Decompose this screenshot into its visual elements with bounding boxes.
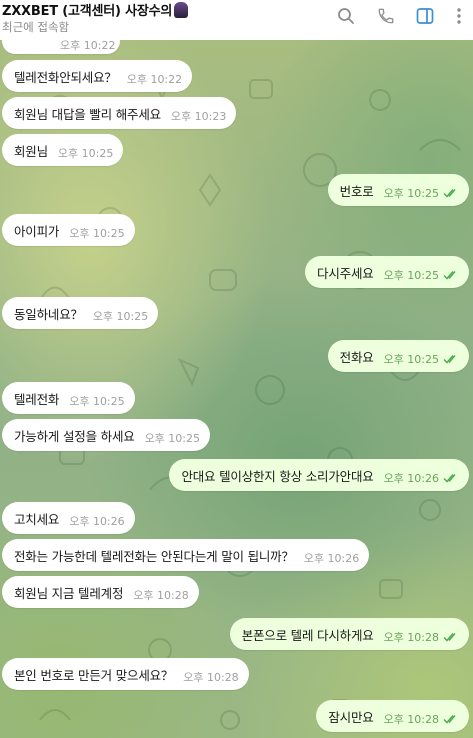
message-time: 오후 10:22 [60,40,116,52]
double-check-icon [443,627,459,646]
message-time: 오후 10:25 [92,310,149,323]
message-bubble-outgoing[interactable]: 잠시만요 오후 10:28 [316,700,469,732]
message-text: 안대요 텔이상한지 항상 소리가안대요 [181,468,374,484]
message-time: 오후 10:28 [133,589,189,602]
message-time: 오후 10:22 [126,73,183,86]
sidebar-toggle-icon[interactable] [414,5,436,27]
message-time: 오후 10:26 [69,515,125,528]
message-bubble-incoming[interactable]: 본인 번호로 만든거 맞으세요？ 오후 10:28 [2,658,249,690]
message-time: 오후 10:28 [183,671,239,684]
message-bubble-outgoing[interactable]: 안대요 텔이상한지 항상 소리가안대요 오후 10:26 [169,459,469,491]
chat-title[interactable]: ZXXBET (고객센터) 사장수의 [2,0,189,19]
message-bubble-outgoing[interactable]: 전화요 오후 10:25 [327,340,469,372]
message-text: 동일하네요？ [14,306,83,322]
message-text: 본인 번호로 만든거 맞으세요？ [14,667,174,683]
profile-emoji-icon [174,2,189,18]
chat-title-text: ZXXBET (고객센터) 사장수의 [2,4,173,19]
message-time: 오후 10:25 [383,353,439,366]
message-bubble-outgoing[interactable]: 번호로 오후 10:25 [327,174,469,206]
double-check-icon [443,265,459,284]
message-text: 본폰으로 텔레 다시하게요 [241,627,374,643]
message-time: 오후 10:26 [303,552,360,565]
message-text: 가능하게 설정을 하세요 [14,428,135,444]
message-time: 오후 10:25 [69,395,125,408]
message-text: 텔레전화 [14,391,60,407]
message-bubble-outgoing[interactable]: 본폰으로 텔레 다시하게요 오후 10:28 [229,618,469,650]
message-time: 오후 10:25 [144,432,200,445]
message-bubble-incoming[interactable]: 동일하네요？ 오후 10:25 [2,297,159,329]
double-check-icon [443,709,459,728]
message-bubble-incoming[interactable]: 텔레전화 오후 10:25 [2,382,135,414]
message-text: 회원님 지금 텔레계정 [14,585,124,601]
message-bubble-incoming[interactable]: 가능하게 설정을 하세요 오후 10:25 [2,419,210,451]
message-list[interactable]: 오후 10:22 텔레전화안되세요？ 오후 10:22 회원님 대답을 빨리 해… [0,40,473,738]
message-bubble-outgoing[interactable]: 다시주세요 오후 10:25 [305,256,469,288]
more-vertical-icon[interactable] [448,5,470,27]
message-text: 번호로 [339,183,374,199]
message-bubble-incoming[interactable]: 회원님 오후 10:25 [2,134,124,166]
message-text: 전화는 가능한데 텔레전화는 안된다는게 말이 됩니까？ [14,548,294,564]
message-bubble-incoming[interactable]: 전화는 가능한데 텔레전화는 안된다는게 말이 됩니까？ 오후 10:26 [2,539,370,571]
message-time: 오후 10:26 [383,472,439,485]
message-bubble-incoming[interactable]: 오후 10:22 [2,40,120,54]
double-check-icon [443,349,459,368]
chat-status: 최근에 접속함 [2,20,70,34]
phone-icon[interactable] [375,5,397,27]
message-text: 회원님 [14,143,48,159]
message-bubble-incoming[interactable]: 아이피가 오후 10:25 [2,214,135,246]
message-bubble-incoming[interactable]: 텔레전화안되세요？ 오후 10:22 [2,60,193,92]
message-bubble-incoming[interactable]: 회원님 지금 텔레계정 오후 10:28 [2,576,199,608]
message-time: 오후 10:23 [170,110,227,123]
message-time: 오후 10:28 [383,631,439,644]
message-time: 오후 10:25 [383,269,439,282]
message-time: 오후 10:25 [57,147,114,160]
message-bubble-incoming[interactable]: 고치세요 오후 10:26 [2,502,135,534]
message-time: 오후 10:25 [383,187,439,200]
message-time: 오후 10:25 [69,227,125,240]
chat-header: ZXXBET (고객센터) 사장수의 최근에 접속함 [0,0,473,40]
message-bubble-incoming[interactable]: 회원님 대답을 빨리 해주세요 오후 10:23 [2,97,237,129]
message-text: 회원님 대답을 빨리 해주세요 [14,106,161,122]
double-check-icon [443,468,459,487]
double-check-icon [443,183,459,202]
message-text: 전화요 [339,349,374,365]
message-text: 아이피가 [14,223,60,239]
message-time: 오후 10:28 [383,713,439,726]
message-text: 잠시만요 [328,709,374,725]
message-text: 다시주세요 [317,265,374,281]
message-text: 텔레전화안되세요？ [14,69,117,85]
message-text: 고치세요 [14,511,60,527]
search-icon[interactable] [335,5,357,27]
